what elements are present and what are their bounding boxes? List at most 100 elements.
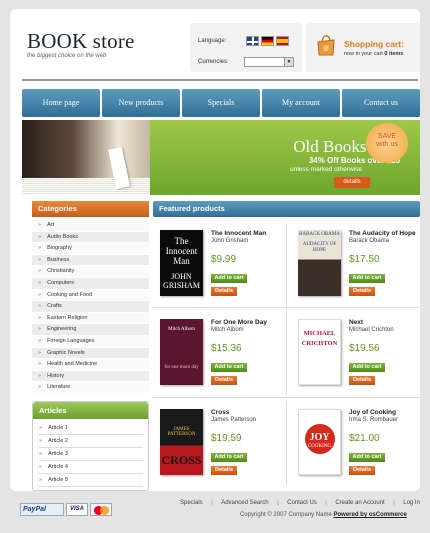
- featured-heading: Featured products: [153, 201, 420, 217]
- product-title[interactable]: Joy of Cooking: [349, 409, 396, 416]
- category-item[interactable]: » Computers: [32, 277, 149, 290]
- cover-title: CROSS: [161, 453, 202, 467]
- article-item[interactable]: » Article 5: [39, 474, 143, 487]
- book-pages-image: [22, 178, 150, 195]
- product-title[interactable]: For One More Day: [211, 319, 267, 326]
- cover-author-first: MICHAEL: [303, 330, 336, 337]
- currency-select[interactable]: ▼: [244, 57, 294, 67]
- category-item[interactable]: » Cooking and Food: [32, 289, 149, 302]
- sale-banner: Old Books Sale 34% Off Books over $25 un…: [22, 120, 420, 195]
- nav-contact-us[interactable]: Contact us: [342, 89, 420, 117]
- product-card: JAMES PATTERSON CROSS Cross James Patter…: [153, 400, 283, 485]
- category-item[interactable]: » Crafts: [32, 301, 149, 313]
- category-label: Foreign Languages: [47, 337, 95, 344]
- save-badge: SAVE with us: [366, 123, 408, 163]
- cover-title: The Innocent Man: [165, 236, 198, 266]
- product-title[interactable]: The Audacity of Hope: [349, 230, 416, 237]
- grid-divider: [286, 311, 287, 395]
- bullet-icon: »: [38, 349, 42, 356]
- product-author: Mitch Albom: [211, 327, 244, 333]
- bullet-icon: »: [38, 303, 42, 310]
- product-title[interactable]: Cross: [211, 409, 229, 416]
- footer-link-contact-us[interactable]: Contact Us: [287, 500, 317, 506]
- product-price: $17.50: [349, 254, 380, 265]
- category-item[interactable]: » Biography: [32, 243, 149, 255]
- footer-link-create-account[interactable]: Create an Account: [335, 500, 384, 506]
- shopping-cart-box[interactable]: Shopping cart: now in your cart 0 items: [306, 23, 420, 72]
- category-item[interactable]: » Graphic Novels: [32, 347, 149, 360]
- article-item[interactable]: » Article 1: [39, 422, 143, 435]
- category-item[interactable]: » Foreign Languages: [32, 335, 149, 348]
- add-to-cart-button[interactable]: Add to cart: [349, 274, 385, 283]
- cart-count: 0: [384, 51, 388, 57]
- category-item[interactable]: » Engineering: [32, 324, 149, 336]
- details-button[interactable]: Details: [211, 376, 237, 385]
- grid-divider: [153, 397, 420, 398]
- add-to-cart-button[interactable]: Add to cart: [349, 363, 385, 372]
- book-cover-image[interactable]: JOY COOKING: [298, 409, 341, 475]
- product-title[interactable]: The Innocent Man: [211, 230, 266, 237]
- category-item[interactable]: » Eastern Religion: [32, 312, 149, 325]
- bullet-icon: »: [38, 268, 42, 275]
- language-label: Language:: [198, 38, 227, 44]
- details-button[interactable]: Details: [211, 466, 237, 475]
- powered-by-link[interactable]: Powered by osCommerce: [333, 512, 406, 518]
- details-button[interactable]: Details: [349, 466, 375, 475]
- footer-link-advanced-search[interactable]: Advanced Search: [221, 500, 268, 506]
- book-cover-image[interactable]: The Innocent Man JOHN GRISHAM: [160, 230, 203, 296]
- details-button[interactable]: Details: [211, 287, 237, 296]
- articles-list: » Article 1 » Article 2 » Article 3 » Articl…: [39, 422, 143, 487]
- article-label: Article 2: [48, 438, 68, 444]
- bullet-icon: »: [39, 477, 43, 483]
- bullet-icon: »: [39, 425, 43, 431]
- nav-specials[interactable]: Specials: [182, 89, 260, 117]
- category-item[interactable]: » Business: [32, 254, 149, 267]
- nav-home[interactable]: Home page: [22, 89, 100, 117]
- article-item[interactable]: » Article 3: [39, 448, 143, 461]
- mastercard-logo: [90, 503, 112, 516]
- badge-line-2: with us: [376, 141, 398, 148]
- category-label: History: [47, 372, 65, 379]
- product-title[interactable]: Next: [349, 319, 363, 326]
- category-label: Eastern Religion: [47, 314, 88, 321]
- book-cover-image[interactable]: BARACK OBAMA AUDACITY OF HOPE: [298, 230, 341, 296]
- nav-new-products[interactable]: New products: [102, 89, 180, 117]
- book-cover-image[interactable]: JAMES PATTERSON CROSS: [160, 409, 203, 475]
- page-container: BOOK store the biggest choice on the web…: [10, 9, 420, 491]
- logo[interactable]: BOOK store the biggest choice on the web: [27, 30, 135, 59]
- footer-link-specials[interactable]: Specials: [180, 500, 203, 506]
- bullet-icon: »: [38, 361, 42, 368]
- copyright: Copyright © 2007 Company Name Powered by…: [240, 512, 407, 518]
- category-item[interactable]: » History: [32, 370, 149, 383]
- bullet-icon: »: [38, 337, 42, 344]
- book-cover-image[interactable]: MICHAEL CRICHTON: [298, 319, 341, 385]
- flag-uk-icon[interactable]: [246, 36, 259, 46]
- chevron-down-icon[interactable]: ▼: [284, 58, 293, 66]
- add-to-cart-button[interactable]: Add to cart: [349, 453, 385, 462]
- product-card: JOY COOKING Joy of Cooking Irma S. Romba…: [291, 400, 421, 485]
- category-item[interactable]: » Health and Medicine: [32, 359, 149, 371]
- footer-link-log-in[interactable]: Log In: [403, 500, 420, 506]
- product-author: Barack Obama: [349, 238, 390, 244]
- flag-spain-icon[interactable]: [276, 36, 289, 46]
- details-button[interactable]: Details: [349, 376, 375, 385]
- category-label: Graphic Novels: [47, 349, 85, 356]
- category-item[interactable]: » Christianity: [32, 266, 149, 278]
- category-label: Business: [47, 256, 70, 263]
- article-item[interactable]: » Article 2: [39, 435, 143, 448]
- product-card: The Innocent Man JOHN GRISHAM The Innoce…: [153, 221, 283, 306]
- category-item[interactable]: » Audio Books: [32, 231, 149, 244]
- flag-germany-icon[interactable]: [261, 36, 274, 46]
- article-item[interactable]: » Article 4: [39, 461, 143, 474]
- category-item[interactable]: » Literature: [32, 382, 149, 394]
- add-to-cart-button[interactable]: Add to cart: [211, 274, 247, 283]
- add-to-cart-button[interactable]: Add to cart: [211, 363, 247, 372]
- banner-details-button[interactable]: details: [334, 177, 370, 188]
- add-to-cart-button[interactable]: Add to cart: [211, 453, 247, 462]
- cover-subtitle: AUDACITY OF HOPE: [302, 242, 337, 253]
- book-cover-image[interactable]: Mitch Albom for one more day: [160, 319, 203, 385]
- details-button[interactable]: Details: [349, 287, 375, 296]
- nav-my-account[interactable]: My account: [262, 89, 340, 117]
- category-item[interactable]: » Art: [32, 220, 149, 232]
- product-card: BARACK OBAMA AUDACITY OF HOPE The Audaci…: [291, 221, 421, 306]
